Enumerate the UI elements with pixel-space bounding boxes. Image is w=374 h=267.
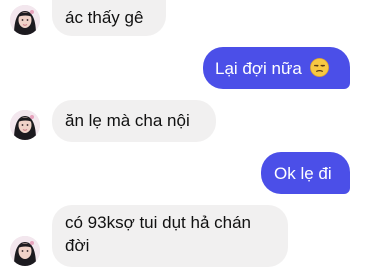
message-bubble-incoming[interactable]: ăn lẹ mà cha nội [52,100,216,142]
message-bubble-outgoing[interactable]: Lại đợi nữa [203,47,350,89]
message-text: Lại đợi nữa [215,59,302,78]
avatar-photo [10,110,40,140]
avatar-photo [10,236,40,266]
unamused-face-icon [309,58,329,77]
avatar[interactable] [10,110,40,140]
message-bubble-incoming[interactable]: có 93ksợ tui dụt hả chán đời [52,205,288,267]
message-bubble-incoming[interactable]: ác thấy gê [52,0,166,36]
message-text-line: có 93ksợ tui dụt hả chán [65,213,251,232]
avatar[interactable] [10,5,40,35]
message-text: Ok lẹ đi [274,164,332,183]
message-bubble-outgoing[interactable]: Ok lẹ đi [261,152,350,194]
avatar[interactable] [10,236,40,266]
message-text-line: đời [65,236,90,255]
message-text: ăn lẹ mà cha nội [65,111,190,130]
message-text: ác thấy gê [65,8,144,27]
avatar-photo [10,5,40,35]
